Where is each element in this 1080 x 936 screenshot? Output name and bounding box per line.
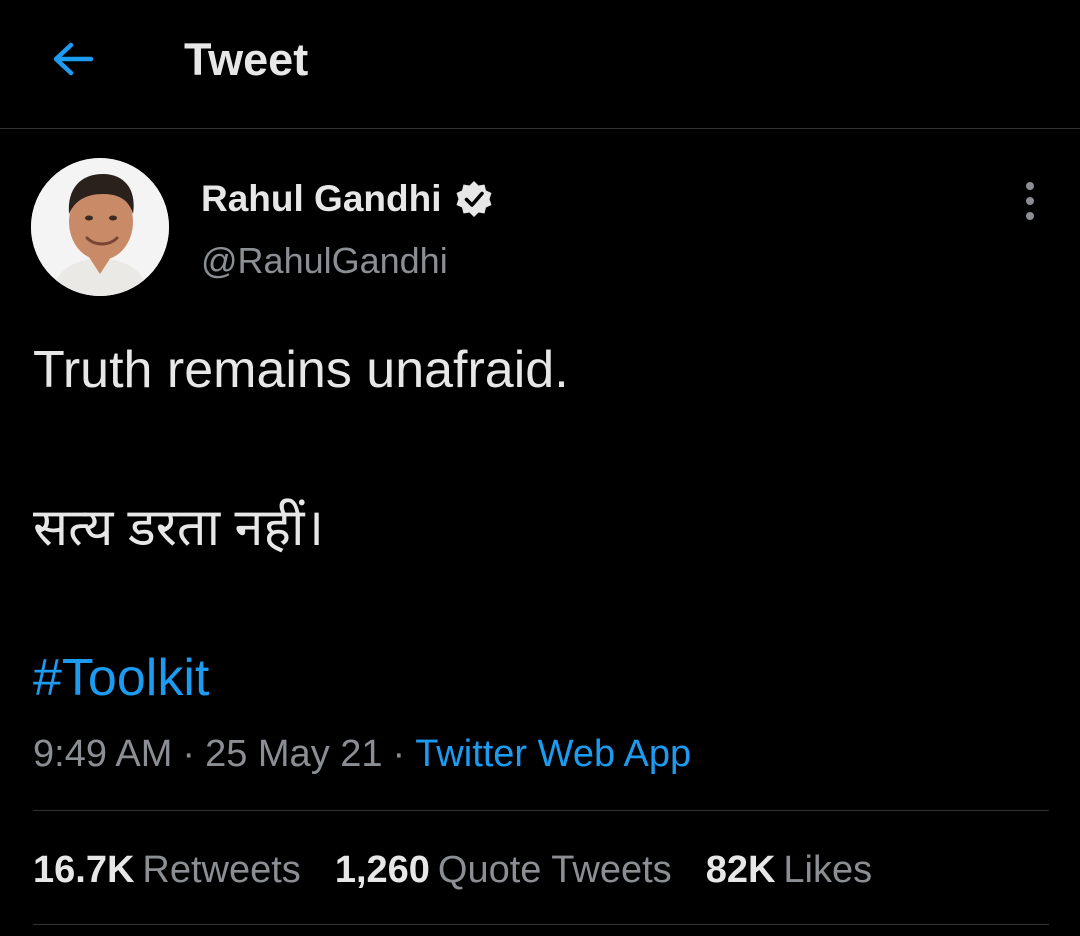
top-bar: Tweet <box>0 0 1080 129</box>
meta-separator: · <box>392 733 406 775</box>
more-vertical-icon-dot <box>1026 182 1034 190</box>
arrow-left-icon <box>53 42 94 76</box>
tweet-date[interactable]: 25 May 21 <box>205 733 382 775</box>
more-vertical-icon-dot <box>1026 212 1034 220</box>
tweet-stats: 16.7K Retweets 1,260 Quote Tweets 82K Likes <box>33 846 906 894</box>
likes-count: 82K <box>705 849 776 891</box>
retweets-label: Retweets <box>142 849 301 891</box>
meta-separator: · <box>182 733 196 775</box>
tweet-time[interactable]: 9:49 AM <box>33 733 172 775</box>
page-title: Tweet <box>184 34 309 85</box>
divider <box>33 810 1049 811</box>
likes-label: Likes <box>783 849 873 891</box>
tweet-text-hindi: सत्य डरता नहीं। <box>33 499 325 557</box>
divider <box>33 924 1049 925</box>
avatar-photo <box>31 158 169 296</box>
avatar[interactable] <box>31 158 169 296</box>
more-vertical-icon-dot <box>1026 197 1034 205</box>
author-handle[interactable]: @RahulGandhi <box>201 240 448 282</box>
verified-badge-icon <box>456 181 491 217</box>
tweet-meta: 9:49 AM · 25 May 21 · Twitter Web App <box>33 730 691 778</box>
retweets-count: 16.7K <box>33 849 135 891</box>
tweet-source-link[interactable]: Twitter Web App <box>415 733 691 775</box>
quote-tweets-count: 1,260 <box>334 849 430 891</box>
retweets-stat[interactable]: 16.7K Retweets <box>33 846 301 894</box>
tweet-text-english: Truth remains unafraid. <box>33 341 569 399</box>
hashtag-link[interactable]: #Toolkit <box>33 646 209 710</box>
quote-tweets-label: Quote Tweets <box>437 849 672 891</box>
back-button[interactable] <box>46 32 100 86</box>
quote-tweets-stat[interactable]: 1,260 Quote Tweets <box>335 846 672 894</box>
author-name[interactable]: Rahul Gandhi <box>201 178 442 220</box>
more-options-button[interactable] <box>1010 178 1050 224</box>
likes-stat[interactable]: 82K Likes <box>706 846 872 894</box>
author-name-row[interactable]: Rahul Gandhi <box>201 174 494 224</box>
